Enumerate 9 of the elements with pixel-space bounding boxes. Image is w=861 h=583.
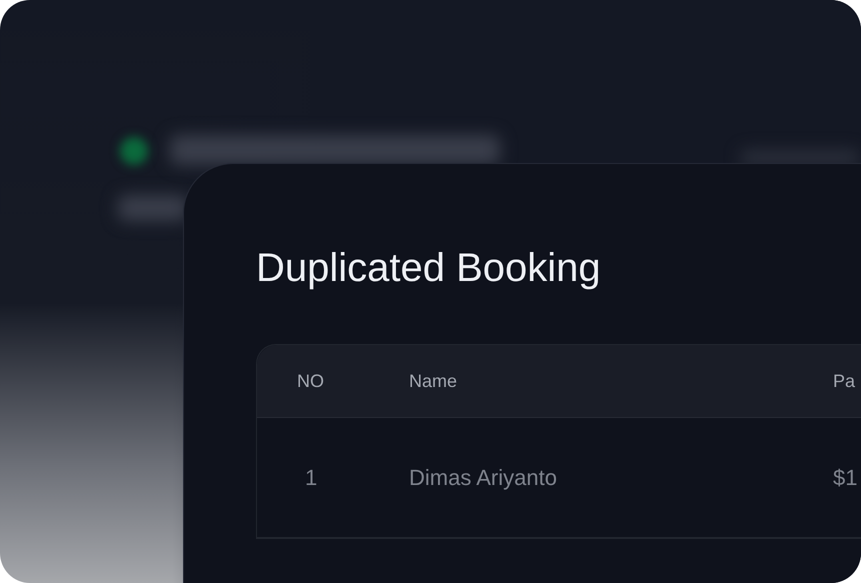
table-cell-text: Dimas Ariyanto <box>409 464 558 490</box>
table-cell-text: 1 <box>304 464 318 490</box>
dialog-title: Duplicated Booking <box>256 245 601 292</box>
status-dot-icon <box>120 137 148 165</box>
column-header: Name <box>409 370 458 392</box>
table-row[interactable]: 1 Dimas Ariyanto $1 <box>257 418 861 538</box>
column-header: NO <box>297 370 325 392</box>
table-cell-text: $1 <box>833 464 858 490</box>
column-header: Pa <box>833 370 856 392</box>
